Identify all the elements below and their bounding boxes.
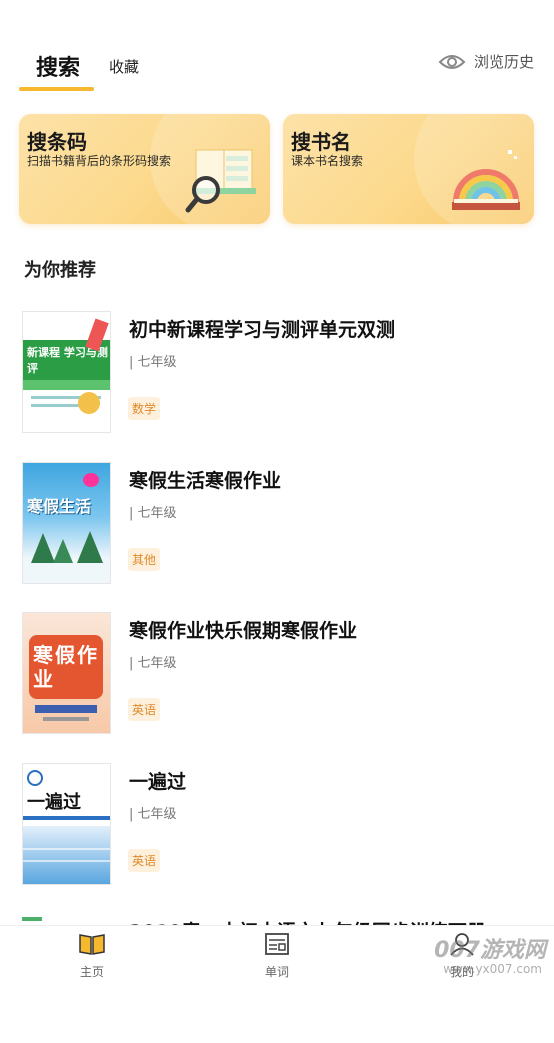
browse-history-label: 浏览历史 [473,53,534,71]
search-barcode-card[interactable]: 搜条码 扫描书籍背后的条形码搜索 [19,114,270,224]
subject-badge: 英语 [128,698,161,721]
recommend-heading: 为你推荐 [24,260,96,281]
book-title: 一遍过 [129,771,187,793]
subject-badge: 其他 [128,548,161,571]
watermark-url: www.yx007.com [443,962,542,976]
book-cover: 新课程 学习与测评 [22,311,111,433]
book-grade: | 七年级 [129,807,177,822]
book-cover: 一遍过 [22,763,111,885]
card-subtitle: 扫描书籍背后的条形码搜索 [27,154,172,168]
book-title: 寒假作业快乐假期寒假作业 [129,620,358,642]
tab-search[interactable]: 搜索 [36,50,80,82]
browse-history-button[interactable]: 浏览历史 [438,51,534,72]
book-list-item[interactable]: 新课程 学习与测评 初中新课程学习与测评单元双测 | 七年级 数学 [0,311,554,441]
rainbow-book-icon [452,150,520,210]
cover-text: 一遍过 [27,792,81,813]
top-tabs: 搜索 收藏 浏览历史 [0,0,554,100]
book-list-item[interactable]: 寒假生活 寒假生活寒假作业 | 七年级 其他 [0,462,554,592]
subject-badge: 英语 [128,849,161,872]
watermark-brand: 007游戏网 [434,938,546,963]
cover-text: 寒假作业 [33,643,99,691]
card-title: 搜条码 [27,130,87,154]
tab-home[interactable]: 主页 [52,932,132,980]
book-title: 寒假生活寒假作业 [129,470,282,492]
eye-icon [438,54,466,69]
book-cover: 寒假生活 [22,462,111,584]
book-list-item[interactable]: 一遍过 一遍过 | 七年级 英语 [0,763,554,893]
subject-badge: 数学 [128,397,161,420]
tab-active-indicator [19,87,94,91]
search-title-card[interactable]: 搜书名 课本书名搜索 [283,114,534,224]
cover-text: 寒假生活 [27,497,92,516]
tab-words-label: 单词 [264,965,289,979]
book-grade: | 七年级 [129,656,177,671]
book-grade: | 七年级 [129,506,177,521]
tab-words[interactable]: 单词 [237,932,317,980]
card-title: 搜书名 [291,130,351,154]
book-magnifier-icon [185,149,256,213]
tab-favorites[interactable]: 收藏 [109,56,139,77]
tab-home-label: 主页 [79,965,104,979]
book-title: 初中新课程学习与测评单元双测 [129,319,396,341]
book-cover: 寒假作业 [22,612,111,734]
book-open-icon [79,934,105,955]
book-grade: | 七年级 [129,355,177,370]
card-subtitle: 课本书名搜索 [291,154,364,168]
book-list-item[interactable]: 寒假作业 寒假作业快乐假期寒假作业 | 七年级 英语 [0,612,554,742]
english-book-icon [265,933,289,955]
